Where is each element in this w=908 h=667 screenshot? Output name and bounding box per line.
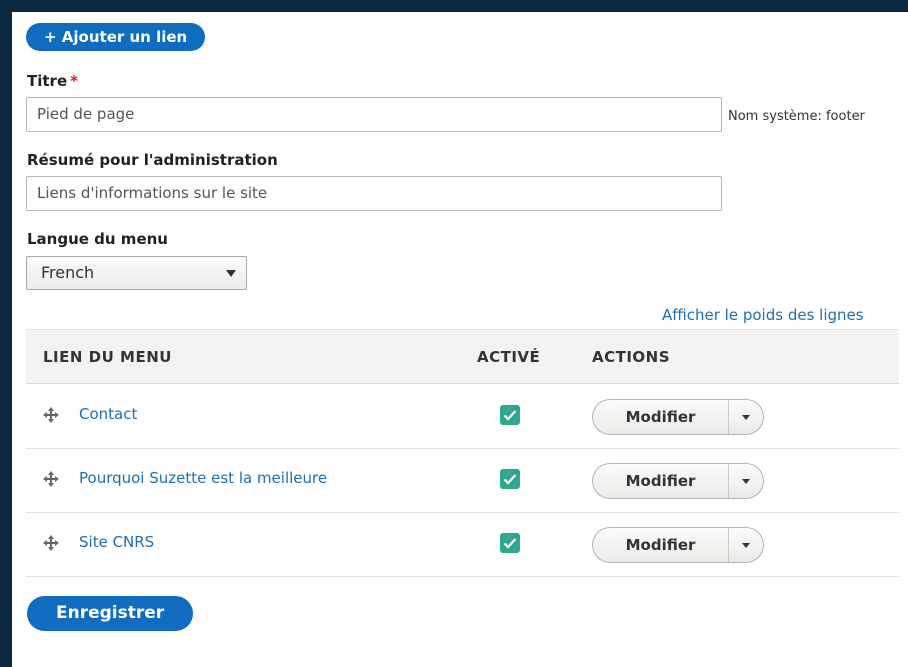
title-label-text: Titre bbox=[27, 72, 68, 90]
dropbutton-toggle[interactable] bbox=[729, 464, 763, 498]
title-input[interactable]: Pied de page bbox=[26, 97, 722, 132]
summary-label: Résumé pour l'administration bbox=[27, 151, 278, 169]
summary-input[interactable]: Liens d'informations sur le site bbox=[26, 176, 722, 211]
checkbox-checked-icon[interactable] bbox=[500, 405, 520, 425]
save-button[interactable]: Enregistrer bbox=[27, 596, 194, 631]
chevron-down-icon bbox=[226, 270, 236, 277]
edit-button[interactable]: Modifier bbox=[593, 528, 729, 562]
dropbutton-toggle[interactable] bbox=[729, 400, 763, 434]
drag-handle-icon[interactable] bbox=[42, 470, 60, 488]
add-link-button[interactable]: + Ajouter un lien bbox=[26, 23, 206, 51]
dropbutton-toggle[interactable] bbox=[729, 528, 763, 562]
checkbox-checked-icon[interactable] bbox=[500, 469, 520, 489]
table-row: Site CNRS Modifier bbox=[26, 513, 899, 577]
language-label: Langue du menu bbox=[27, 230, 168, 248]
menu-edit-form: + Ajouter un lien Titre * Pied de page No… bbox=[12, 12, 908, 667]
row-actions-dropbutton: Modifier bbox=[592, 463, 764, 499]
required-mark: * bbox=[70, 72, 78, 90]
chevron-down-icon bbox=[742, 479, 750, 484]
row-actions-dropbutton: Modifier bbox=[592, 399, 764, 435]
menu-link-site-cnrs[interactable]: Site CNRS bbox=[79, 533, 154, 551]
column-header-actions: ACTIONS bbox=[592, 348, 671, 366]
menu-link-contact[interactable]: Contact bbox=[79, 405, 137, 423]
edit-button[interactable]: Modifier bbox=[593, 464, 729, 498]
row-actions-dropbutton: Modifier bbox=[592, 527, 764, 563]
chevron-down-icon bbox=[742, 415, 750, 420]
column-header-link: LIEN DU MENU bbox=[43, 348, 172, 366]
system-name: Nom système: footer bbox=[728, 109, 865, 124]
column-header-enabled: ACTIVÉ bbox=[477, 348, 541, 366]
table-row: Contact Modifier bbox=[26, 385, 899, 449]
show-row-weights-link[interactable]: Afficher le poids des lignes bbox=[662, 306, 864, 324]
drag-handle-icon[interactable] bbox=[42, 534, 60, 552]
checkbox-checked-icon[interactable] bbox=[500, 533, 520, 553]
menu-link-pourquoi-suzette[interactable]: Pourquoi Suzette est la meilleure bbox=[79, 469, 327, 487]
table-row: Pourquoi Suzette est la meilleure Modifi… bbox=[26, 449, 899, 513]
language-select[interactable]: French bbox=[26, 256, 247, 290]
chevron-down-icon bbox=[742, 543, 750, 548]
table-header: LIEN DU MENU ACTIVÉ ACTIONS bbox=[26, 329, 899, 384]
drag-handle-icon[interactable] bbox=[42, 406, 60, 424]
edit-button[interactable]: Modifier bbox=[593, 400, 729, 434]
language-select-value: French bbox=[41, 263, 95, 282]
title-label: Titre * bbox=[27, 72, 78, 90]
